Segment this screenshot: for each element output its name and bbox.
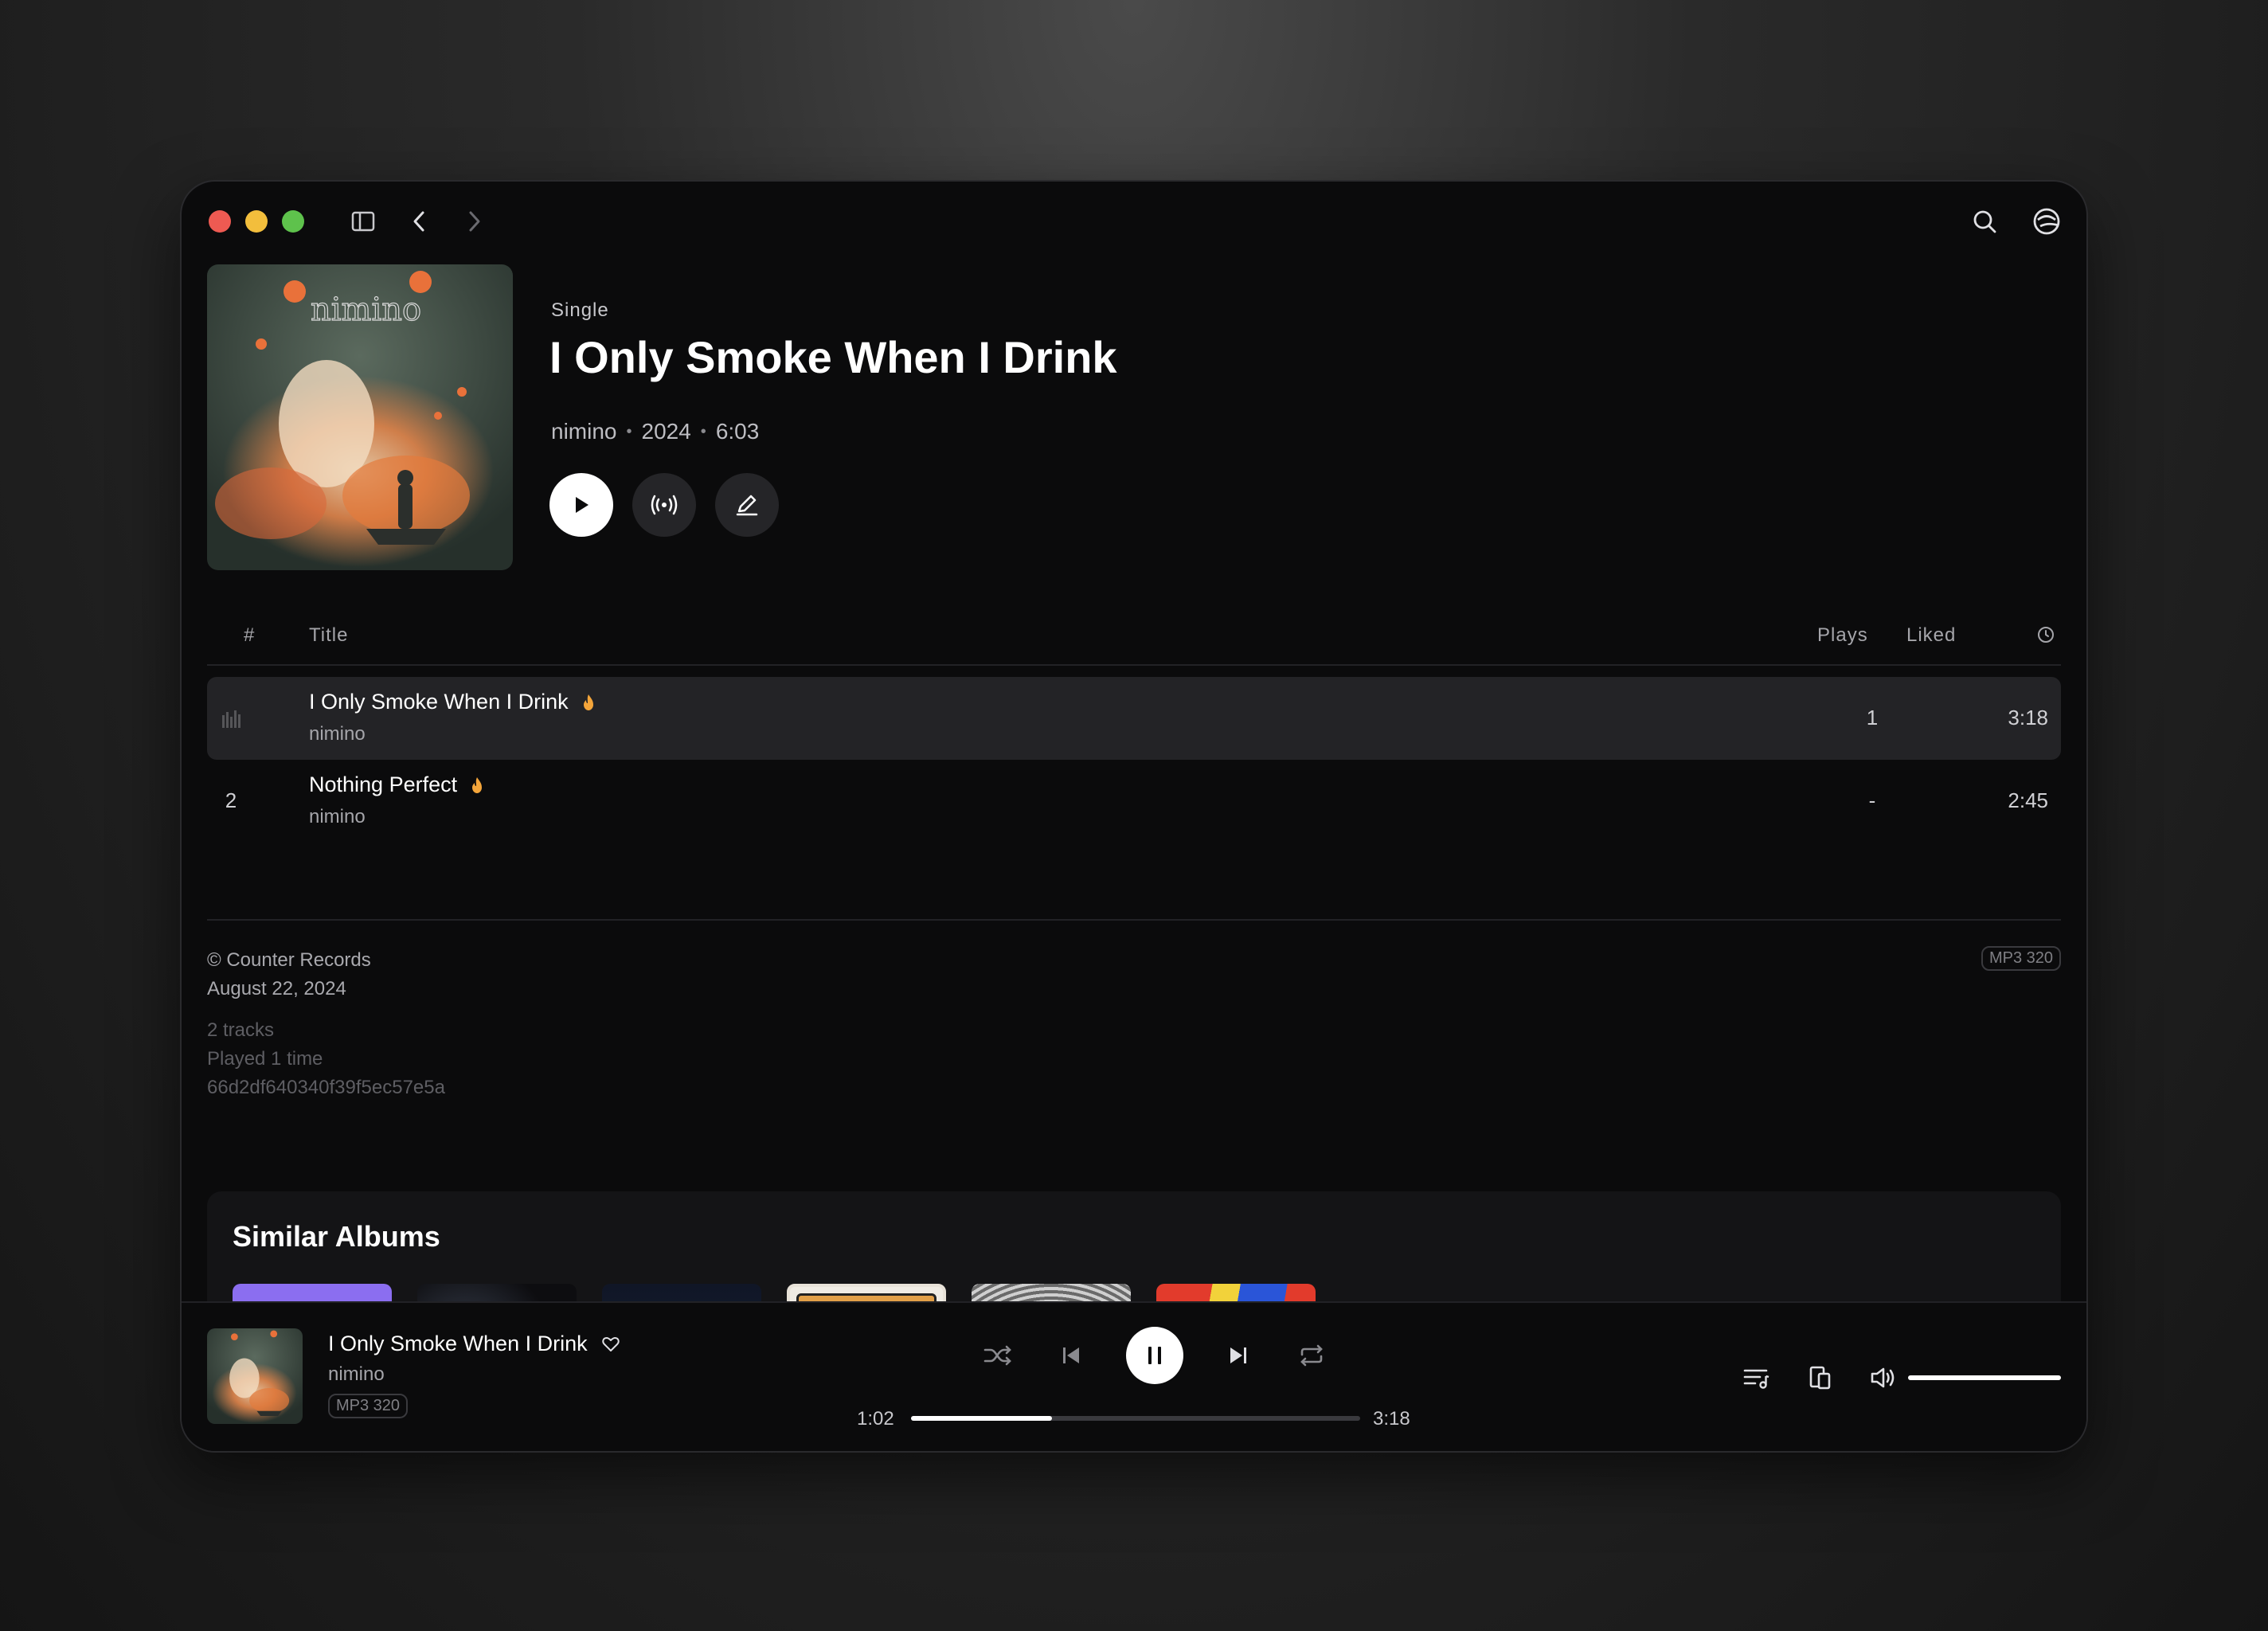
track-duration: 2:45 [2008,788,2048,812]
album-actions [549,473,779,537]
album-id: 66d2df640340f39f5ec57e5a [207,1077,445,1098]
volume-fill [1908,1375,2061,1380]
search-icon[interactable] [1969,205,2000,237]
album-meta: nimino • 2024 • 6:03 [551,419,759,444]
column-liked[interactable]: Liked [1906,624,1956,647]
now-playing-artist[interactable]: nimino [328,1363,385,1386]
now-playing-title-text[interactable]: I Only Smoke When I Drink [328,1332,588,1356]
progress-fill [911,1416,1052,1421]
meta-separator: • [626,422,632,440]
back-icon[interactable] [403,205,435,237]
forward-icon[interactable] [459,205,491,237]
column-title[interactable]: Title [309,624,348,647]
quality-badge: MP3 320 [1981,946,2061,971]
album-duration: 6:03 [715,419,760,444]
player-extra-controls [1741,1362,1900,1394]
now-playing-quality: MP3 320 [328,1394,409,1418]
total-time: 3:18 [1373,1408,1410,1430]
radio-button[interactable] [632,473,696,537]
top-right-actions [1969,205,2063,237]
track-plays: 1 [1866,706,1879,729]
pause-icon [1148,1347,1161,1364]
repeat-icon[interactable] [1293,1337,1330,1374]
record-label: © Counter Records [207,949,371,971]
progress-bar[interactable] [911,1416,1360,1421]
pencil-icon [736,495,758,516]
column-plays[interactable]: Plays [1817,624,1868,647]
album-title: I Only Smoke When I Drink [549,332,1117,382]
now-playing-title: I Only Smoke When I Drink [328,1332,620,1356]
section-divider [207,919,2061,921]
clock-icon[interactable] [2037,626,2055,649]
meta-separator: • [700,422,706,440]
elapsed-time: 1:02 [857,1408,894,1430]
shuffle-icon[interactable] [980,1337,1016,1374]
track-count: 2 tracks [207,1019,275,1041]
track-artist[interactable]: nimino [309,723,366,745]
radio-icon [651,495,678,515]
minimize-window-button[interactable] [245,210,268,233]
track-title-text: I Only Smoke When I Drink [309,690,569,714]
volume-icon[interactable] [1868,1362,1900,1394]
now-playing-cover[interactable] [207,1328,303,1424]
album-year: 2024 [641,419,691,444]
play-icon [576,497,589,513]
previous-icon[interactable] [1053,1337,1089,1374]
account-icon[interactable] [2031,205,2063,237]
devices-icon[interactable] [1805,1362,1836,1394]
flame-icon [472,776,483,793]
pause-button[interactable] [1126,1327,1183,1384]
now-playing-icon [207,706,255,737]
heart-icon[interactable] [601,1336,620,1352]
player-bar: I Only Smoke When I Drink nimino MP3 320 [182,1301,2086,1451]
album-artist-link[interactable]: nimino [551,419,616,444]
track-row[interactable]: I Only Smoke When I Drink nimino 1 3:18 [207,677,2061,760]
maximize-window-button[interactable] [282,210,304,233]
similar-albums-title: Similar Albums [233,1220,440,1253]
track-row[interactable]: 2 Nothing Perfect nimino - 2:45 [207,760,2061,843]
window-controls [209,210,304,233]
playback-controls [980,1327,1330,1384]
track-artist[interactable]: nimino [309,806,366,828]
track-title: Nothing Perfect [309,772,484,797]
quality-badge-container: MP3 320 [1981,946,2061,971]
album-cover: nimino [207,264,513,570]
flame-icon [583,694,593,710]
app-window: nimino Single I Only Smoke When I Drink … [180,180,2088,1453]
close-window-button[interactable] [209,210,231,233]
track-plays: - [1868,788,1876,812]
track-title-text: Nothing Perfect [309,772,458,796]
column-number: # [244,624,256,646]
sidebar-toggle-icon[interactable] [347,205,379,237]
volume-slider[interactable] [1908,1375,2061,1380]
cover-text: nimino [311,291,421,328]
track-table-header: # Title Plays Liked [207,620,2061,666]
next-icon[interactable] [1220,1337,1257,1374]
edit-button[interactable] [715,473,779,537]
album-type-label: Single [551,299,609,321]
track-duration: 3:18 [2008,706,2048,729]
navigation-bar [347,205,491,237]
album-info: © Counter Records August 22, 2024 2 trac… [207,946,445,1102]
quality-badge: MP3 320 [328,1394,409,1418]
release-date: August 22, 2024 [207,978,346,999]
track-number: 2 [225,788,237,812]
track-title: I Only Smoke When I Drink [309,690,596,714]
play-count: Played 1 time [207,1048,323,1070]
queue-icon[interactable] [1741,1362,1773,1394]
play-button[interactable] [549,473,613,537]
